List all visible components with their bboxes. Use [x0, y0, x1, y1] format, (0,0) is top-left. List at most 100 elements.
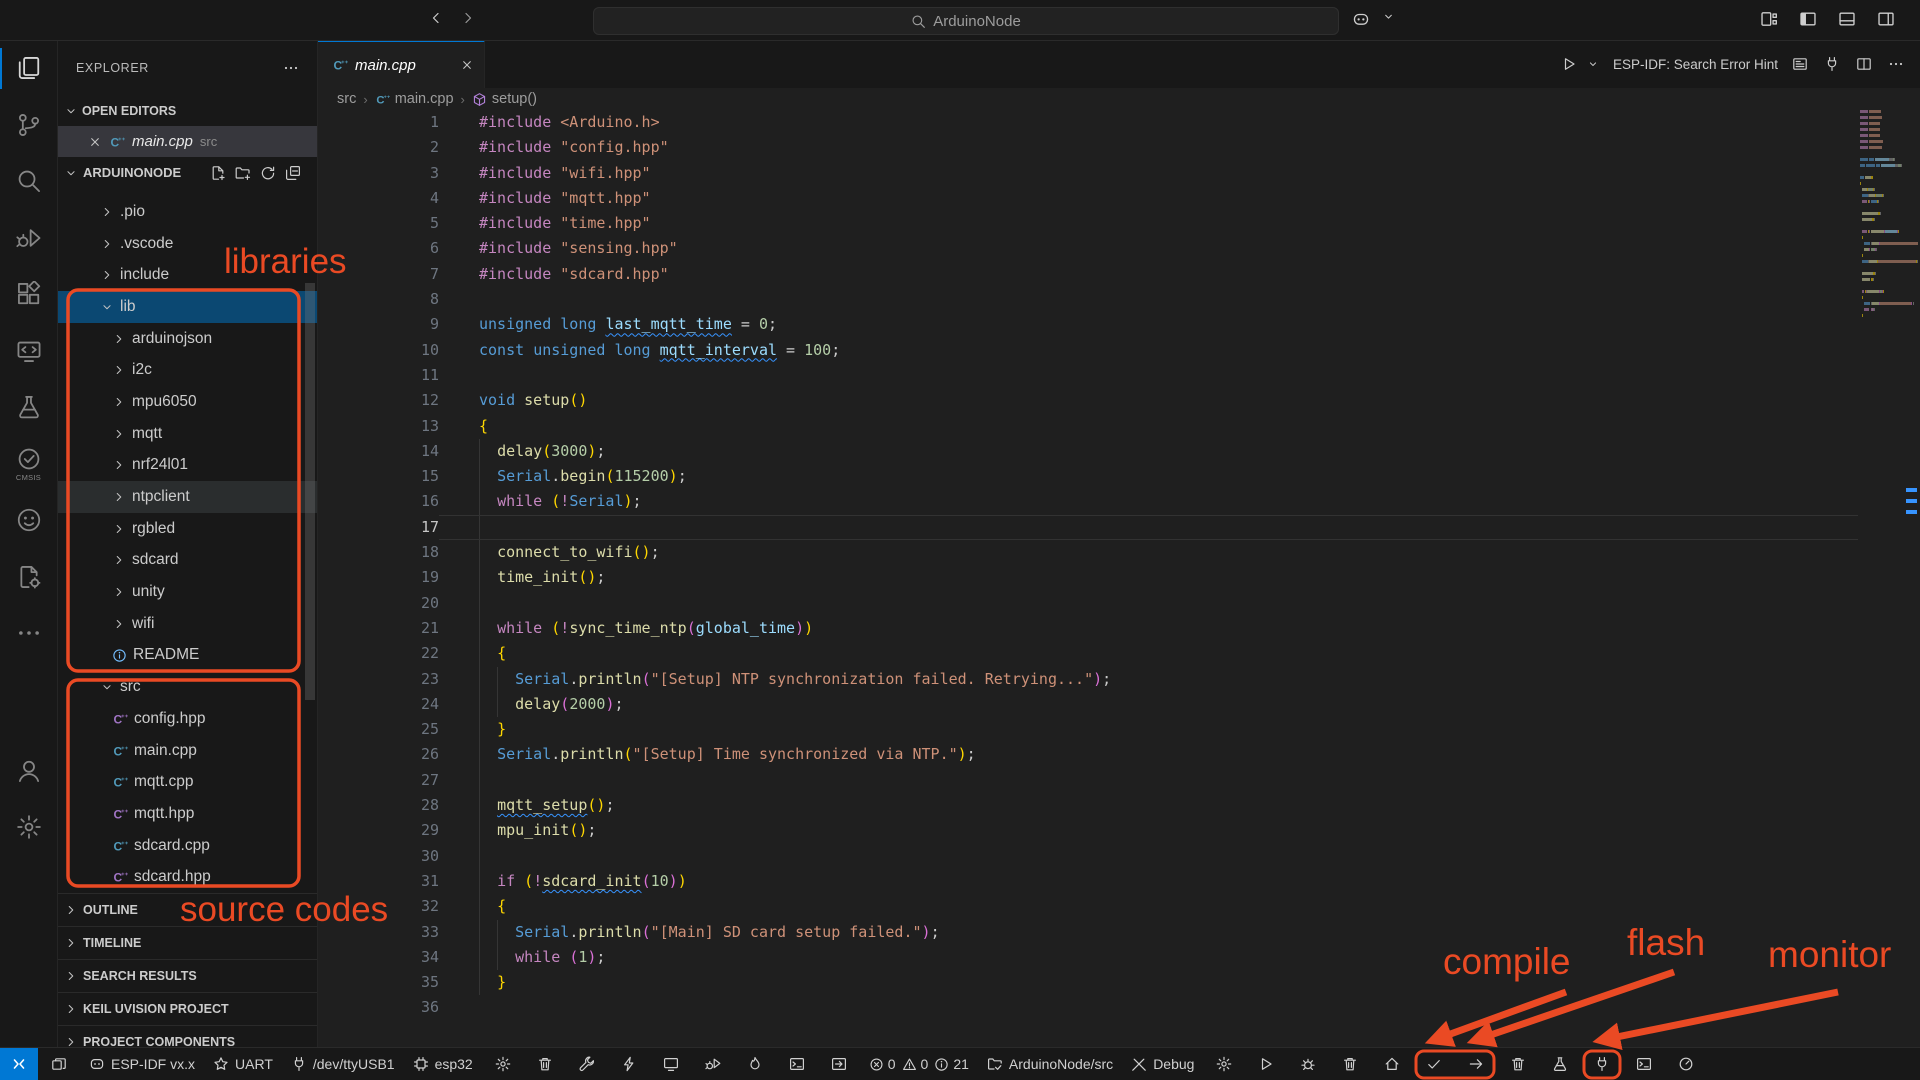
code-line-26[interactable]: 26 Serial.println("[Setup] Time synchron… [318, 742, 1858, 767]
status-more-status[interactable] [1665, 1048, 1707, 1080]
status-build-project[interactable] [566, 1048, 608, 1080]
code-line-18[interactable]: 18 connect_to_wifi(); [318, 540, 1858, 565]
section-outline[interactable]: OUTLINE [58, 893, 317, 926]
tree-item-i2c[interactable]: i2c [58, 354, 317, 386]
tree-item-src[interactable]: src [58, 671, 317, 703]
chevron-down-icon[interactable] [1382, 10, 1395, 23]
code-line-24[interactable]: 24 delay(2000); [318, 692, 1858, 717]
status-flash-device[interactable] [608, 1048, 650, 1080]
code-line-30[interactable]: 30 [318, 844, 1858, 869]
command-center-search[interactable]: ArduinoNode [593, 7, 1339, 35]
section-search-results[interactable]: SEARCH RESULTS [58, 959, 317, 992]
tree-item-config.hpp[interactable]: C⁺⁺config.hpp [58, 703, 317, 735]
tree-item-include[interactable]: include [58, 259, 317, 291]
code-line-36[interactable]: 36 [318, 995, 1858, 1020]
tree-item-rgbled[interactable]: rgbled [58, 513, 317, 545]
status-pio-run[interactable] [1245, 1048, 1287, 1080]
code-line-35[interactable]: 35 } [318, 970, 1858, 995]
customize-layout-button[interactable] [1760, 10, 1778, 28]
tree-item-unity[interactable]: unity [58, 576, 317, 608]
code-line-9[interactable]: 9unsigned long last_mqtt_time = 0; [318, 312, 1858, 337]
run-actions[interactable] [1561, 56, 1599, 72]
tree-item-sdcard.cpp[interactable]: C⁺⁺sdcard.cpp [58, 830, 317, 862]
activity-run-and-debug[interactable] [0, 210, 57, 267]
esp-idf-hint-label[interactable]: ESP-IDF: Search Error Hint [1613, 57, 1778, 72]
status-serial-terminal[interactable] [1623, 1048, 1665, 1080]
tree-item-sdcard.hpp[interactable]: C⁺⁺sdcard.hpp [58, 861, 317, 893]
code-line-22[interactable]: 22 { [318, 641, 1858, 666]
status-debug-project[interactable] [692, 1048, 734, 1080]
run-options-button[interactable] [1587, 58, 1599, 70]
minimap[interactable] [1858, 110, 1920, 1048]
new-folder-button[interactable] [235, 165, 251, 181]
status-pio-home[interactable] [1371, 1048, 1413, 1080]
code-line-15[interactable]: 15 Serial.begin(115200); [318, 464, 1858, 489]
tree-item-mqtt.cpp[interactable]: C⁺⁺mqtt.cpp [58, 766, 317, 798]
code-line-10[interactable]: 10const unsigned long mqtt_interval = 10… [318, 338, 1858, 363]
breadcrumb-item[interactable]: setup() [472, 91, 537, 107]
tree-item-nrf24l01[interactable]: nrf24l01 [58, 450, 317, 482]
remote-indicator[interactable] [0, 1048, 38, 1080]
esp-idf-monitor-action-button[interactable] [1824, 56, 1840, 72]
code-line-20[interactable]: 20 [318, 591, 1858, 616]
status-project-tasks[interactable] [38, 1048, 80, 1080]
activity-accounts[interactable] [0, 743, 57, 800]
code-line-16[interactable]: 16 while (!Serial); [318, 489, 1858, 514]
activity-explorer[interactable] [0, 40, 57, 97]
code-line-23[interactable]: 23 Serial.println("[Setup] NTP synchroni… [318, 667, 1858, 692]
breadcrumb-item[interactable]: C⁺⁺main.cpp [375, 91, 454, 107]
status-run-tests[interactable] [1539, 1048, 1581, 1080]
section-timeline[interactable]: TIMELINE [58, 926, 317, 959]
tree-item-main.cpp[interactable]: C⁺⁺main.cpp [58, 735, 317, 767]
status-build-button[interactable] [1413, 1048, 1455, 1080]
activity-remote-explorer[interactable] [0, 323, 57, 380]
more-actions-button[interactable] [1888, 56, 1904, 72]
status-monitor-device[interactable] [650, 1048, 692, 1080]
code-line-5[interactable]: 5#include "time.hpp" [318, 211, 1858, 236]
close-icon[interactable] [88, 135, 102, 149]
code-line-7[interactable]: 7#include "sdcard.hpp" [318, 262, 1858, 287]
code-line-3[interactable]: 3#include "wifi.hpp" [318, 161, 1858, 186]
status-launch-commands[interactable] [818, 1048, 860, 1080]
status-erase-flash[interactable] [734, 1048, 776, 1080]
activity-github[interactable] [0, 492, 57, 549]
status-pio-clean[interactable] [1329, 1048, 1371, 1080]
open-editors-header[interactable]: OPEN EDITORS [58, 96, 317, 126]
nav-forward-button[interactable] [460, 10, 476, 26]
refresh-explorer-button[interactable] [260, 165, 276, 181]
code-line-33[interactable]: 33 Serial.println("[Main] SD card setup … [318, 920, 1858, 945]
breadcrumb[interactable]: src›C⁺⁺main.cpp›setup() [318, 88, 1920, 110]
code-line-14[interactable]: 14 delay(3000); [318, 439, 1858, 464]
activity-search[interactable] [0, 153, 57, 210]
new-file-button[interactable] [210, 165, 226, 181]
code-line-21[interactable]: 21 while (!sync_time_ntp(global_time)) [318, 616, 1858, 641]
activity-additional-views[interactable] [0, 605, 57, 662]
code-line-2[interactable]: 2#include "config.hpp" [318, 135, 1858, 160]
tree-item-sdcard[interactable]: sdcard [58, 545, 317, 577]
copilot-icon[interactable] [1352, 10, 1370, 28]
nav-back-button[interactable] [428, 10, 444, 26]
open-editor-main-cpp[interactable]: C⁺⁺ main.cpp src [58, 126, 317, 157]
close-icon[interactable] [460, 58, 474, 72]
tree-item-mqtt.hpp[interactable]: C⁺⁺mqtt.hpp [58, 798, 317, 830]
tree-item-ntpclient[interactable]: ntpclient [58, 481, 317, 513]
code-line-6[interactable]: 6#include "sensing.hpp" [318, 236, 1858, 261]
tree-item-mpu6050[interactable]: mpu6050 [58, 386, 317, 418]
code-line-12[interactable]: 12void setup() [318, 388, 1858, 413]
code-line-27[interactable]: 27 [318, 768, 1858, 793]
status-problems[interactable]: 0021 [860, 1048, 978, 1080]
code-line-31[interactable]: 31 if (!sdcard_init(10)) [318, 869, 1858, 894]
status-idf-terminal[interactable] [776, 1048, 818, 1080]
open-preview-button[interactable] [1792, 56, 1808, 72]
split-editor-button[interactable] [1856, 56, 1872, 72]
toggle-panel-button[interactable] [1838, 10, 1856, 28]
section-keil-uvision-project[interactable]: KEIL UVISION PROJECT [58, 992, 317, 1025]
tree-item-lib[interactable]: lib [58, 291, 317, 323]
code-line-29[interactable]: 29 mpu_init(); [318, 818, 1858, 843]
toggle-sidebar-button[interactable] [1799, 10, 1817, 28]
sidebar-scrollbar[interactable] [305, 283, 315, 700]
code-line-4[interactable]: 4#include "mqtt.hpp" [318, 186, 1858, 211]
status-build-configuration[interactable]: Debug [1122, 1048, 1203, 1080]
code-line-17[interactable]: 17 [318, 515, 1858, 540]
tree-item-readme[interactable]: README [58, 640, 317, 672]
